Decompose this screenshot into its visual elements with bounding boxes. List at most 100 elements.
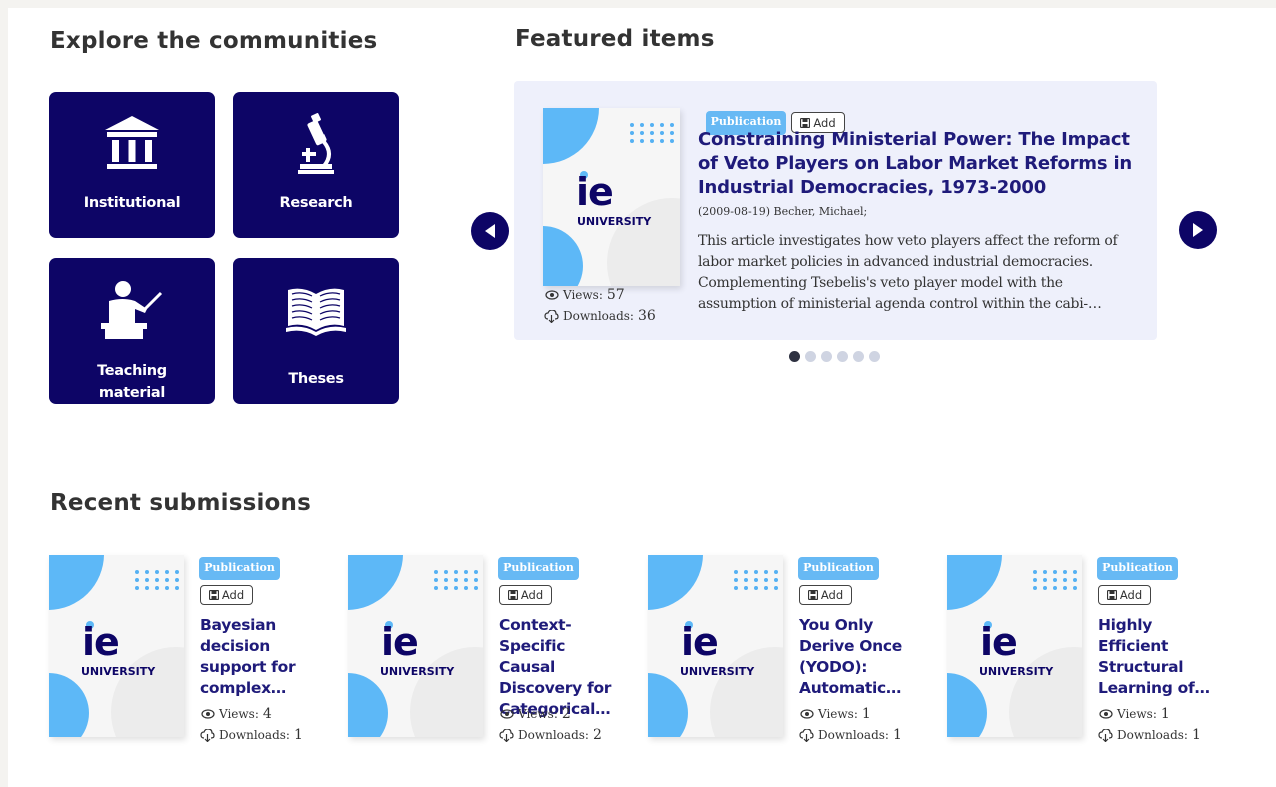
featured-item-abstract: This article investigates how veto playe… (698, 233, 1118, 312)
eye-icon (500, 709, 514, 719)
university-text: UNIVERSITY (81, 665, 156, 678)
views-count: 57 (606, 287, 625, 303)
book-icon (284, 278, 348, 342)
save-icon (507, 590, 518, 600)
views-count: 1 (1160, 706, 1170, 722)
add-button[interactable]: Add (799, 585, 852, 605)
ie-logo-text: ie (576, 170, 614, 214)
eye-icon (800, 709, 814, 719)
carousel-prev-button[interactable] (471, 212, 509, 250)
cloud-download-icon (1098, 728, 1113, 742)
downloads-label: Downloads: (818, 728, 889, 742)
publication-badge: Publication (1097, 557, 1178, 580)
cloud-download-icon (544, 309, 559, 323)
recent-item-thumbnail[interactable]: ie UNIVERSITY (348, 555, 483, 737)
downloads-stat: Downloads: 1 (799, 727, 902, 743)
cloud-download-icon (799, 728, 814, 742)
downloads-stat: Downloads: 1 (200, 727, 303, 743)
featured-item-meta: (2009-08-19) Becher, Michael; (698, 205, 868, 218)
carousel-dot-5[interactable] (853, 351, 864, 362)
carousel-dot-2[interactable] (805, 351, 816, 362)
featured-item-title[interactable]: Constraining Ministerial Power: The Impa… (698, 128, 1138, 200)
carousel-dot-6[interactable] (869, 351, 880, 362)
communities-heading: Explore the communities (50, 28, 378, 54)
publication-badge: Publication (798, 557, 879, 580)
university-text: UNIVERSITY (577, 215, 652, 228)
recent-item-title[interactable]: Highly Efficient Structural Learning of… (1098, 615, 1223, 699)
downloads-count: 1 (1191, 727, 1201, 743)
community-label: Research (279, 195, 353, 211)
community-tile-theses[interactable]: Theses (233, 258, 399, 404)
add-label: Add (221, 588, 245, 602)
views-count: 4 (262, 706, 272, 722)
views-count: 1 (861, 706, 871, 722)
university-text: UNIVERSITY (680, 665, 755, 678)
chevron-left-icon (485, 224, 495, 238)
carousel-dot-1[interactable] (789, 351, 800, 362)
views-count: 2 (561, 706, 571, 722)
save-icon (807, 590, 818, 600)
recent-item-thumbnail[interactable]: ie UNIVERSITY (947, 555, 1082, 737)
community-tile-teaching-material[interactable]: Teaching material (49, 258, 215, 404)
community-label: Institutional (83, 195, 181, 211)
views-label: Views: (518, 707, 558, 721)
community-tile-institutional[interactable]: Institutional (49, 92, 215, 238)
add-label: Add (820, 588, 844, 602)
downloads-count: 1 (293, 727, 303, 743)
community-label: Theses (288, 371, 344, 387)
eye-icon (1099, 709, 1113, 719)
views-stat: Views: 2 (500, 706, 571, 722)
featured-item-thumbnail[interactable]: ie UNIVERSITY (543, 108, 680, 286)
views-stat: Views: 57 (545, 287, 625, 303)
university-text: UNIVERSITY (979, 665, 1054, 678)
recent-item-title[interactable]: Bayesian decision support for complex… (200, 615, 325, 699)
carousel-next-button[interactable] (1179, 211, 1217, 249)
add-button[interactable]: Add (1098, 585, 1151, 605)
downloads-count: 1 (892, 727, 902, 743)
downloads-label: Downloads: (1117, 728, 1188, 742)
institution-icon (101, 112, 163, 176)
add-button[interactable]: Add (499, 585, 552, 605)
add-button[interactable]: Add (200, 585, 253, 605)
add-label: Add (520, 588, 544, 602)
add-label: Add (1119, 588, 1143, 602)
community-label: Teaching material (97, 363, 167, 401)
recent-item-title[interactable]: Context-Specific Causal Discovery for Ca… (499, 615, 624, 720)
eye-icon (545, 290, 559, 300)
ie-logo-text: ie (82, 620, 120, 664)
views-label: Views: (219, 707, 259, 721)
ie-logo-text: ie (381, 620, 419, 664)
views-stat: Views: 1 (800, 706, 871, 722)
recent-item-thumbnail[interactable]: ie UNIVERSITY (648, 555, 783, 737)
views-stat: Views: 4 (201, 706, 272, 722)
recent-item-title[interactable]: You Only Derive Once (YODO): Automatic… (799, 615, 924, 699)
save-icon (1106, 590, 1117, 600)
university-text: UNIVERSITY (380, 665, 455, 678)
ie-logo-text: ie (681, 620, 719, 664)
community-tile-research[interactable]: Research (233, 92, 399, 238)
microscope-icon (294, 112, 338, 176)
carousel-dot-3[interactable] (821, 351, 832, 362)
downloads-count: 2 (592, 727, 602, 743)
views-stat: Views: 1 (1099, 706, 1170, 722)
ie-logo-text: ie (980, 620, 1018, 664)
downloads-stat: Downloads: 36 (544, 308, 656, 324)
eye-icon (201, 709, 215, 719)
save-icon (208, 590, 219, 600)
featured-heading: Featured items (515, 26, 715, 52)
downloads-count: 36 (637, 308, 656, 324)
downloads-label: Downloads: (563, 309, 634, 323)
carousel-pagination (789, 351, 880, 362)
views-label: Views: (818, 707, 858, 721)
cloud-download-icon (200, 728, 215, 742)
downloads-stat: Downloads: 2 (499, 727, 602, 743)
views-label: Views: (563, 288, 603, 302)
save-icon (800, 117, 811, 128)
carousel-dot-4[interactable] (837, 351, 848, 362)
recent-item-thumbnail[interactable]: ie UNIVERSITY (49, 555, 184, 737)
downloads-stat: Downloads: 1 (1098, 727, 1201, 743)
recent-heading: Recent submissions (50, 490, 312, 516)
publication-badge: Publication (199, 557, 280, 580)
cloud-download-icon (499, 728, 514, 742)
views-label: Views: (1117, 707, 1157, 721)
